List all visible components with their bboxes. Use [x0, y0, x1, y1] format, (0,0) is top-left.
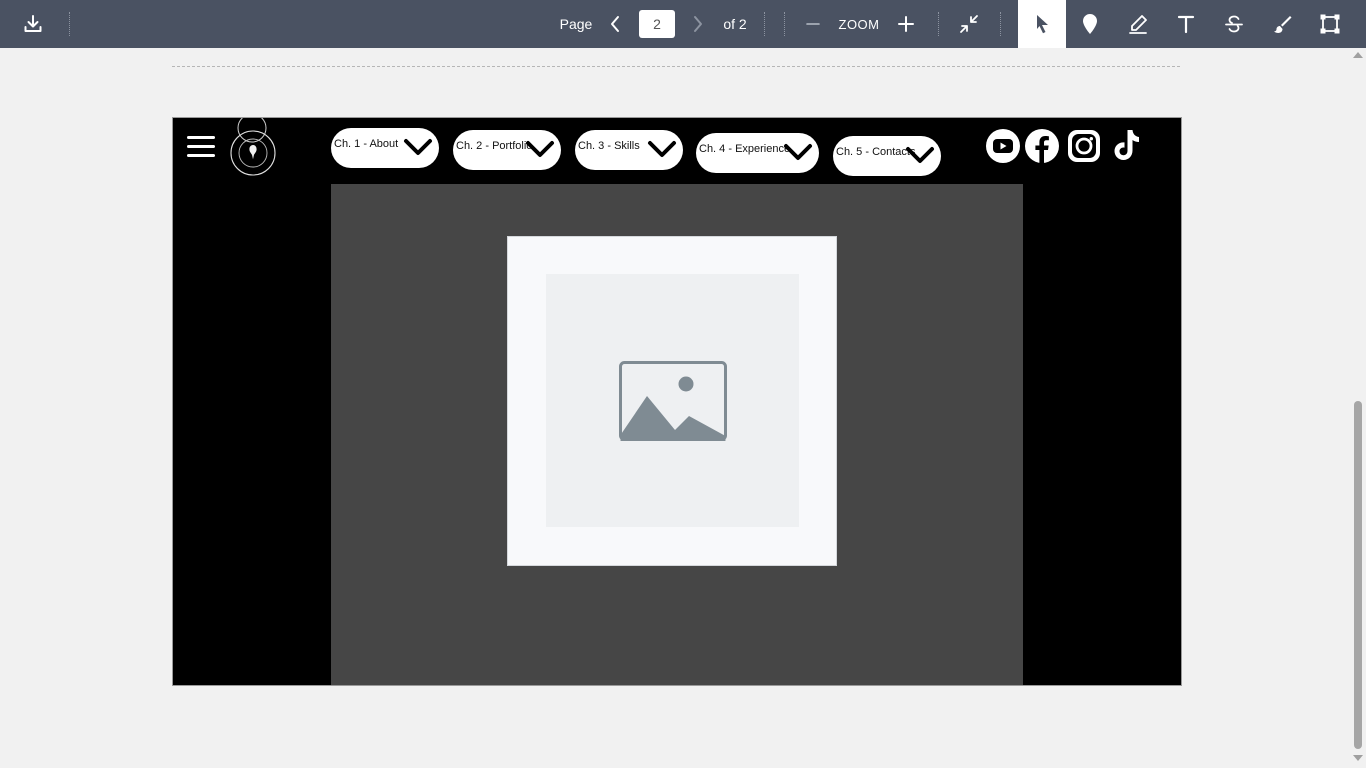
toolbar-separator	[938, 12, 939, 36]
nav-label: Ch. 3 - Skills	[578, 140, 640, 152]
page-label-text: Page	[559, 16, 593, 32]
facebook-icon[interactable]	[1024, 128, 1060, 164]
chevron-down-icon	[784, 144, 812, 160]
nav-dropdown-skills[interactable]: Ch. 3 - Skills	[575, 130, 683, 170]
chevron-right-icon	[694, 16, 702, 32]
nav-label: Ch. 4 - Experience	[699, 143, 791, 155]
highlight-tool-button[interactable]	[1118, 0, 1158, 48]
nav-dropdown-portfolio[interactable]: Ch. 2 - Portfolio	[453, 130, 561, 170]
toolbar-separator	[784, 12, 785, 36]
chevron-down-icon	[648, 141, 676, 157]
page-number-input[interactable]	[639, 10, 675, 38]
next-page-button[interactable]	[686, 0, 710, 48]
text-icon	[1177, 15, 1195, 34]
zoom-label-text: ZOOM	[838, 16, 880, 32]
chevron-down-icon	[526, 141, 554, 157]
cursor-icon	[1037, 15, 1048, 34]
toolbar-separator	[1000, 12, 1001, 36]
download-button[interactable]	[14, 0, 52, 48]
nav-dropdown-contacts[interactable]: Ch. 5 - Contacts	[833, 136, 941, 176]
scroll-up-icon[interactable]	[1353, 52, 1363, 58]
collapse-button[interactable]	[954, 0, 984, 48]
toolbar-separator	[764, 12, 765, 36]
strikethrough-tool-button[interactable]	[1214, 0, 1254, 48]
document-viewer[interactable]: Ch. 1 - About Ch. 2 - Portfolio Ch. 3 - …	[0, 48, 1350, 768]
scroll-down-icon[interactable]	[1353, 755, 1363, 761]
page-divider	[172, 66, 1180, 67]
download-icon	[24, 15, 42, 32]
zoom-label: ZOOM	[836, 0, 882, 48]
scrollbar-thumb[interactable]	[1354, 401, 1362, 749]
plus-icon	[898, 16, 914, 32]
pdf-toolbar: Page of 2 ZOOM	[0, 0, 1366, 48]
minus-icon	[806, 23, 820, 25]
page-count-text: of 2	[723, 16, 747, 32]
nav-label: Ch. 2 - Portfolio	[456, 140, 533, 152]
content-area	[331, 184, 1023, 685]
tiktok-icon[interactable]	[1108, 128, 1144, 164]
nav-label: Ch. 1 - About	[334, 138, 399, 150]
pen-icon	[1129, 15, 1147, 34]
zoom-out-button[interactable]	[800, 0, 826, 48]
page-label: Page	[556, 0, 596, 48]
nav-dropdown-about[interactable]: Ch. 1 - About	[331, 128, 439, 168]
nav-label: Ch. 5 - Contacts	[836, 146, 916, 158]
chevron-down-icon	[404, 139, 432, 155]
toolbar-separator	[69, 12, 70, 36]
nav-dropdown-experience[interactable]: Ch. 4 - Experience	[696, 133, 819, 173]
shape-tool-button[interactable]	[1310, 0, 1350, 48]
vertical-scrollbar[interactable]	[1350, 48, 1366, 768]
image-placeholder	[546, 274, 799, 527]
collapse-icon	[960, 15, 978, 33]
pdf-page: Ch. 1 - About Ch. 2 - Portfolio Ch. 3 - …	[172, 117, 1182, 686]
chevron-down-icon	[906, 147, 934, 163]
prev-page-button[interactable]	[602, 0, 628, 48]
page-number-field	[638, 0, 676, 48]
rectangle-icon	[1320, 14, 1340, 34]
image-placeholder-frame	[507, 236, 837, 566]
strikethrough-icon	[1225, 15, 1243, 33]
page-count: of 2	[718, 0, 752, 48]
hamburger-menu-icon	[187, 136, 215, 160]
instagram-icon[interactable]	[1066, 128, 1102, 164]
chevron-left-icon	[611, 16, 619, 32]
image-icon	[618, 360, 727, 441]
brush-icon	[1274, 16, 1292, 33]
draw-tool-button[interactable]	[1262, 0, 1302, 48]
logo	[230, 118, 276, 176]
select-tool-button[interactable]	[1018, 0, 1066, 48]
zoom-in-button[interactable]	[892, 0, 920, 48]
text-tool-button[interactable]	[1166, 0, 1206, 48]
pin-icon	[1083, 14, 1097, 34]
pin-tool-button[interactable]	[1070, 0, 1110, 48]
youtube-icon[interactable]	[985, 128, 1021, 164]
